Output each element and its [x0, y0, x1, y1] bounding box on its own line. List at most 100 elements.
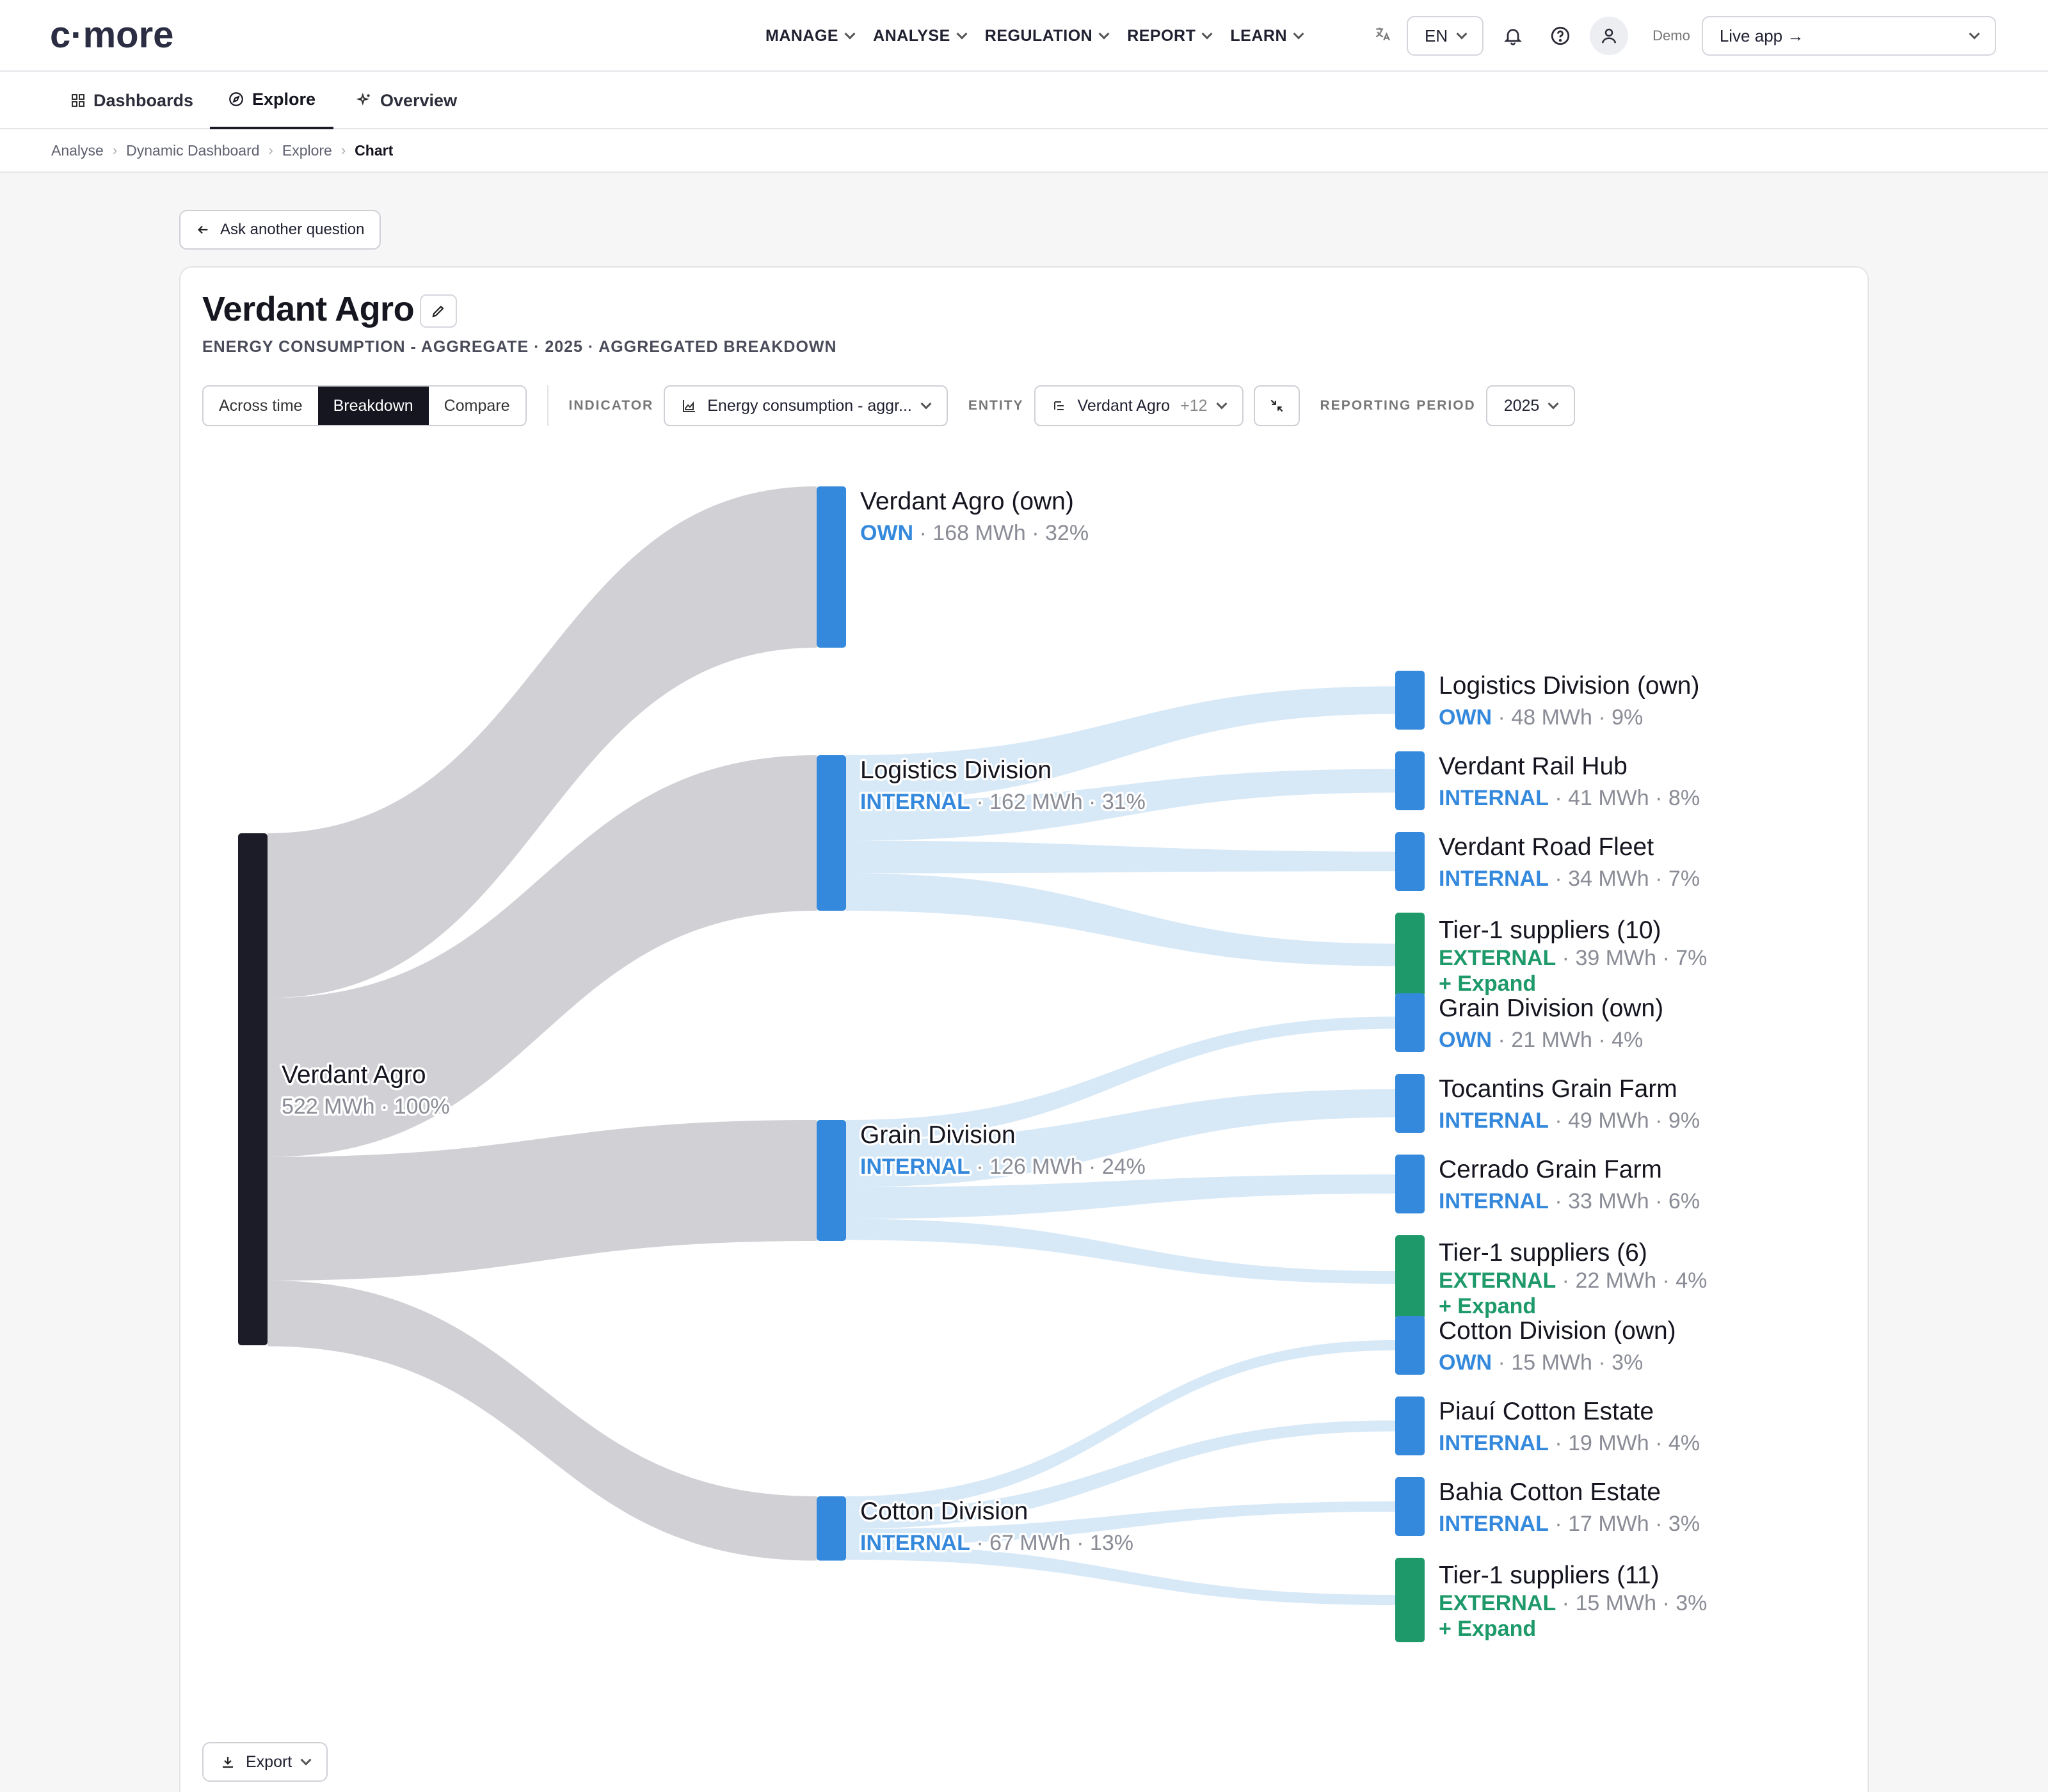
compass-icon: [229, 92, 243, 106]
logo-mark: c·more: [50, 17, 173, 55]
node-value: · 33 MWh · 6%: [1549, 1189, 1700, 1213]
tab-overview[interactable]: Overview: [356, 72, 457, 129]
chevron-down-icon: [1969, 28, 1980, 40]
nav-report[interactable]: REPORT: [1127, 26, 1213, 45]
node-meta-label: OWN · 48 MWh · 9%: [1439, 705, 1643, 730]
node-value: · 19 MWh · 4%: [1549, 1431, 1700, 1455]
chevron-down-icon: [1456, 28, 1468, 40]
expand-link[interactable]: + Expand: [1439, 1617, 1536, 1641]
node-name-label: Grain Division (own): [1439, 995, 1663, 1022]
expand-link[interactable]: + Expand: [1439, 1294, 1536, 1318]
breadcrumb-current: Chart: [355, 141, 394, 159]
top-right-tools: EN Demo Live app →: [1370, 15, 1996, 56]
breadcrumb-separator: ›: [340, 142, 346, 158]
node-meta-label: OWN · 21 MWh · 4%: [1439, 1028, 1643, 1052]
node-meta-label: OWN · 168 MWh · 32%: [860, 521, 1089, 545]
sankey-node-t1b: [1395, 1235, 1425, 1320]
node-tag: OWN: [1439, 1028, 1492, 1052]
node-value: · 15 MWh · 3%: [1492, 1350, 1643, 1375]
nav-analyse[interactable]: ANALYSE: [873, 26, 968, 45]
tab-explore[interactable]: Explore: [210, 72, 334, 129]
sankey-node-grain_own: [1395, 993, 1425, 1052]
node-value: · 21 MWh · 4%: [1492, 1028, 1643, 1052]
grid-icon: [72, 94, 84, 107]
help-button[interactable]: [1542, 18, 1578, 54]
sankey-node-root: [238, 833, 268, 1345]
breadcrumb-separator: ›: [268, 142, 273, 158]
node-value: · 126 MWh · 24%: [970, 1155, 1146, 1179]
node-tag: INTERNAL: [1439, 1512, 1549, 1536]
sankey-node-toc: [1395, 1074, 1425, 1133]
expand-link[interactable]: + Expand: [1439, 972, 1536, 996]
svg-text:c·more: c·more: [50, 17, 173, 55]
sankey-chart: Verdant Agro 522 MWh · 100% Verdant Agro (…: [238, 486, 1707, 1642]
node-name-label: Tier-1 suppliers (11): [1439, 1562, 1660, 1589]
node-tag: OWN: [1439, 705, 1492, 730]
language-value: EN: [1425, 26, 1448, 45]
nav-learn[interactable]: LEARN: [1230, 26, 1304, 45]
export-button[interactable]: Export: [202, 1742, 328, 1782]
node-tag: INTERNAL: [1439, 1189, 1549, 1213]
app-logo[interactable]: c·more: [50, 17, 197, 55]
node-name-label: Tocantins Grain Farm: [1439, 1075, 1677, 1103]
sankey-node-log_own: [1395, 671, 1425, 730]
main-nav: MANAGE ANALYSE REGULATION REPORT LEARN: [765, 22, 1304, 50]
top-navigation-bar: c·more MANAGE ANALYSE REGULATION REPORT …: [0, 0, 2048, 72]
nav-manage[interactable]: MANAGE: [765, 27, 856, 45]
nav-label: LEARN: [1230, 26, 1287, 45]
sankey-node-grain: [817, 1120, 846, 1241]
node-value: · 15 MWh · 3%: [1556, 1591, 1707, 1615]
chevron-down-icon: [1201, 28, 1213, 40]
app-select[interactable]: Live app →: [1701, 16, 1996, 56]
node-value: · 39 MWh · 7%: [1556, 946, 1707, 970]
node-name-label: Verdant Road Fleet: [1439, 833, 1654, 861]
user-avatar[interactable]: [1590, 17, 1629, 55]
demo-label: Demo: [1652, 28, 1690, 44]
node-meta-label: INTERNAL · 17 MWh · 3%: [1439, 1512, 1700, 1536]
breadcrumb-item[interactable]: Analyse: [51, 142, 104, 159]
sankey-node-cotton: [817, 1496, 846, 1561]
node-name-label: Cotton Division (own): [1439, 1317, 1676, 1345]
ask-another-question-button[interactable]: Ask another question: [179, 210, 381, 250]
notifications-button[interactable]: [1495, 18, 1531, 54]
bell-icon: [1504, 29, 1523, 45]
node-name-label: Grain Division: [860, 1121, 1016, 1149]
sankey-node-own: [817, 486, 846, 648]
node-tag: OWN: [1439, 1350, 1492, 1375]
nav-label: ANALYSE: [873, 26, 950, 45]
node-value: · 17 MWh · 3%: [1549, 1512, 1700, 1536]
node-meta-label: INTERNAL · 19 MWh · 4%: [1439, 1431, 1700, 1455]
sankey-link-road: [846, 840, 1395, 874]
nav-label: REPORT: [1127, 26, 1196, 45]
tab-label: Dashboards: [93, 90, 194, 110]
chevron-down-icon: [1293, 28, 1304, 40]
tab-dashboards[interactable]: Dashboards: [70, 72, 193, 129]
node-meta-label: INTERNAL · 41 MWh · 8%: [1439, 786, 1700, 810]
node-name-label: Piauí Cotton Estate: [1439, 1398, 1654, 1425]
language-select[interactable]: EN: [1407, 16, 1484, 56]
breadcrumb: Analyse › Dynamic Dashboard › Explore › …: [0, 129, 2048, 173]
download-icon: [223, 1757, 233, 1768]
node-meta-label: EXTERNAL · 22 MWh · 4%: [1439, 1268, 1707, 1293]
node-tag: INTERNAL: [1439, 867, 1549, 891]
breadcrumb-item[interactable]: Explore: [282, 142, 332, 159]
node-tag: INTERNAL: [1439, 786, 1549, 810]
node-meta-label: 522 MWh · 100%: [282, 1094, 450, 1119]
node-value: · 41 MWh · 8%: [1549, 786, 1700, 810]
node-tag: INTERNAL: [1439, 1108, 1549, 1133]
arrow-left-icon: [198, 225, 208, 234]
node-tag: INTERNAL: [860, 1531, 970, 1555]
nav-regulation[interactable]: REGULATION: [985, 27, 1110, 45]
node-name-label: Verdant Agro: [282, 1061, 426, 1089]
app-select-value: Live app →: [1719, 26, 1804, 45]
breadcrumb-item[interactable]: Dynamic Dashboard: [126, 142, 259, 159]
sankey-node-log: [817, 755, 846, 911]
help-icon: [1551, 26, 1570, 45]
sankey-link-cotton: [268, 1280, 817, 1561]
sankey-node-cot_own: [1395, 1316, 1425, 1375]
node-meta-label: INTERNAL · 49 MWh · 9%: [1439, 1108, 1700, 1133]
ask-button-label: Ask another question: [220, 221, 365, 238]
sankey-node-t1c: [1395, 1558, 1425, 1642]
sankey-links: [268, 486, 1395, 1605]
node-tag: EXTERNAL: [1439, 1591, 1556, 1615]
